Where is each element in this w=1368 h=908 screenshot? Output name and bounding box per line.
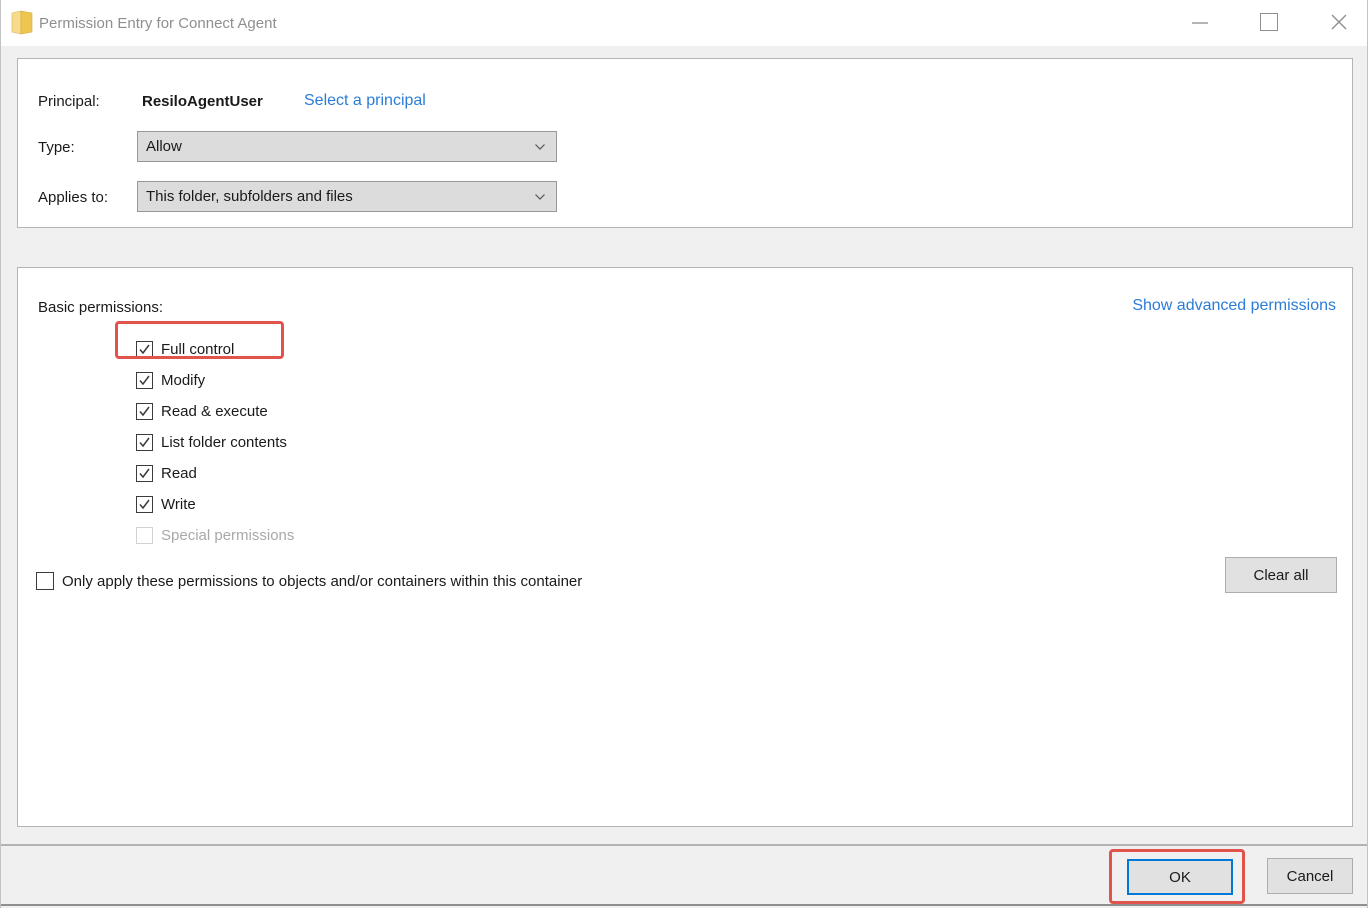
checkmark-icon: [139, 468, 150, 479]
permission-label: Read: [161, 465, 197, 482]
permission-checkbox[interactable]: [136, 434, 153, 451]
principal-value: ResiloAgentUser: [142, 92, 263, 110]
permission-row[interactable]: Modify: [136, 365, 294, 396]
ok-button[interactable]: OK: [1127, 859, 1233, 895]
clear-all-label: Clear all: [1253, 566, 1309, 584]
clear-all-button[interactable]: Clear all: [1225, 557, 1337, 593]
permission-row[interactable]: Read & execute: [136, 396, 294, 427]
only-apply-row[interactable]: Only apply these permissions to objects …: [36, 564, 582, 598]
principal-label: Principal:: [38, 92, 100, 110]
show-advanced-permissions-link[interactable]: Show advanced permissions: [1132, 294, 1336, 318]
permission-label: List folder contents: [161, 434, 287, 451]
window-bottom-edge: [1, 904, 1367, 906]
permission-checkbox[interactable]: [136, 465, 153, 482]
permission-row[interactable]: Write: [136, 489, 294, 520]
checkmark-icon: [139, 375, 150, 386]
window-title: Permission Entry for Connect Agent: [39, 14, 277, 32]
ok-label: OK: [1169, 868, 1191, 886]
permission-label: Read & execute: [161, 403, 268, 420]
permission-row[interactable]: Full control: [136, 334, 294, 365]
permission-label: Modify: [161, 372, 206, 389]
applies-to-label: Applies to:: [38, 188, 109, 206]
permission-checkbox[interactable]: [136, 496, 153, 513]
close-icon: [1331, 14, 1347, 30]
chevron-down-icon: [535, 194, 545, 200]
minimize-button[interactable]: [1185, 8, 1215, 38]
type-label: Type:: [38, 138, 75, 156]
permission-row[interactable]: Special permissions: [136, 520, 294, 551]
folder-icon: [11, 10, 33, 35]
applies-to-dropdown[interactable]: This folder, subfolders and files: [137, 181, 557, 212]
basic-permissions-heading: Basic permissions:: [38, 298, 164, 316]
permissions-list: Full control Modify Read & execute List …: [136, 334, 294, 551]
cancel-label: Cancel: [1286, 867, 1334, 885]
permission-checkbox[interactable]: [136, 527, 153, 544]
close-button[interactable]: [1324, 7, 1354, 37]
checkmark-icon: [139, 499, 150, 510]
type-dropdown-value: Allow: [146, 138, 182, 155]
permission-label: Special permissions: [161, 527, 295, 544]
permission-label: Write: [161, 496, 196, 513]
cancel-button[interactable]: Cancel: [1267, 858, 1353, 894]
principal-panel: Principal: ResiloAgentUser Select a prin…: [17, 58, 1353, 228]
permission-row[interactable]: List folder contents: [136, 427, 294, 458]
footer-separator: [1, 844, 1367, 846]
minimize-icon: [1192, 22, 1208, 24]
maximize-button[interactable]: [1254, 7, 1284, 37]
permission-checkbox[interactable]: [136, 341, 153, 358]
only-apply-label: Only apply these permissions to objects …: [62, 572, 583, 590]
titlebar: Permission Entry for Connect Agent: [1, 0, 1367, 46]
permissions-panel: Basic permissions: Show advanced permiss…: [17, 267, 1353, 827]
checkmark-icon: [139, 437, 150, 448]
checkmark-icon: [139, 406, 150, 417]
applies-to-dropdown-value: This folder, subfolders and files: [146, 188, 353, 205]
permission-row[interactable]: Read: [136, 458, 294, 489]
permission-label: Full control: [161, 341, 235, 358]
permission-checkbox[interactable]: [136, 372, 153, 389]
permission-entry-dialog: Permission Entry for Connect Agent Princ…: [0, 0, 1368, 908]
select-principal-link[interactable]: Select a principal: [304, 89, 426, 113]
maximize-icon: [1260, 13, 1278, 31]
only-apply-checkbox[interactable]: [36, 572, 54, 590]
type-dropdown[interactable]: Allow: [137, 131, 557, 162]
chevron-down-icon: [535, 144, 545, 150]
checkmark-icon: [139, 344, 150, 355]
permission-checkbox[interactable]: [136, 403, 153, 420]
